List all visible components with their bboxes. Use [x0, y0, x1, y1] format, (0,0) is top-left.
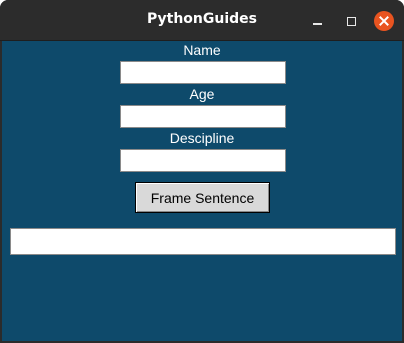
- close-icon: [379, 16, 389, 26]
- title-bar[interactable]: PythonGuides: [0, 0, 404, 41]
- age-label: Age: [189, 86, 215, 102]
- discipline-label: Descipline: [169, 130, 235, 146]
- maximize-icon: [346, 16, 356, 26]
- minimize-icon: [312, 23, 322, 25]
- close-button[interactable]: [374, 11, 394, 31]
- name-input[interactable]: [120, 61, 286, 84]
- maximize-button[interactable]: [341, 11, 361, 31]
- frame-sentence-button[interactable]: Frame Sentence: [135, 182, 270, 213]
- app-window: PythonGuides Name Age Descipline Frame S…: [0, 0, 404, 343]
- minimize-button[interactable]: [307, 11, 327, 31]
- name-label: Name: [183, 42, 221, 58]
- discipline-input[interactable]: [120, 149, 286, 172]
- age-input[interactable]: [120, 105, 286, 128]
- output-field[interactable]: [10, 228, 396, 255]
